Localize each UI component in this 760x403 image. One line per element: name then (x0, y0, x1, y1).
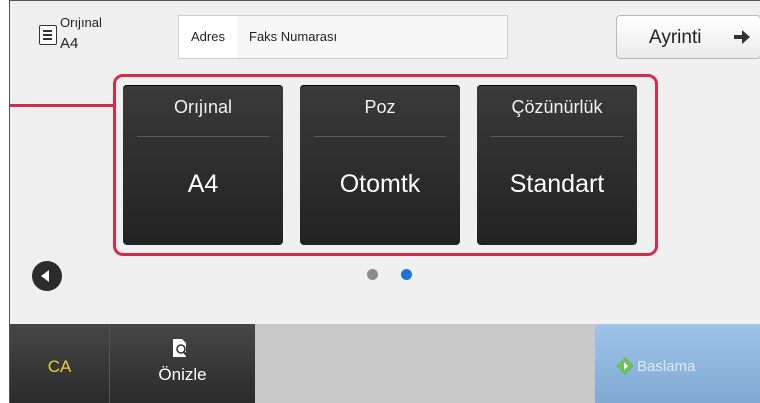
tile-divider (137, 136, 269, 137)
address-label[interactable]: Adres (179, 16, 238, 58)
original-label: Orıjınal (60, 15, 102, 30)
tile-exposure[interactable]: Poz Otomtk (300, 85, 460, 245)
preview-icon (173, 339, 188, 357)
tile-title: Orıjınal (173, 97, 233, 117)
original-status[interactable]: Orıjınal A4 (10, 1, 165, 71)
ca-button[interactable]: CA (10, 324, 110, 403)
callout-line (10, 104, 114, 107)
bottom-bar: CA Önizle Baslama (10, 324, 760, 403)
tile-title: Poz (364, 97, 396, 117)
tile-divider (314, 136, 446, 137)
tile-original[interactable]: Orıjınal A4 (123, 85, 283, 245)
tile-value: Standart (509, 170, 605, 198)
document-icon (39, 25, 57, 45)
tile-value: Otomtk (339, 170, 421, 198)
original-size: A4 (60, 35, 79, 52)
tile-value: A4 (187, 170, 219, 198)
page-dot-2-active[interactable] (401, 269, 412, 280)
tile-resolution[interactable]: Çözünürlük Standart (477, 85, 637, 245)
detail-button[interactable]: Ayrinti (616, 15, 760, 59)
start-label: Baslama (637, 358, 696, 375)
preview-button[interactable]: Önizle (110, 324, 255, 403)
preview-label: Önizle (158, 365, 207, 384)
tile-divider (491, 136, 623, 137)
previous-page-button[interactable] (32, 261, 62, 291)
start-diamond-icon (616, 357, 634, 375)
detail-label: Ayrinti (649, 27, 702, 48)
address-bar: Adres Faks Numarası (178, 15, 508, 59)
page-dot-1[interactable] (367, 269, 378, 280)
fax-number-field[interactable]: Faks Numarası (237, 16, 507, 58)
start-button[interactable]: Baslama (595, 324, 760, 403)
tile-title: Çözünürlük (511, 97, 603, 117)
ca-label: CA (47, 357, 72, 376)
fax-screen: Orıjınal A4 Adres Faks Numarası Ayrinti … (9, 0, 760, 403)
arrow-right-icon (734, 30, 750, 44)
